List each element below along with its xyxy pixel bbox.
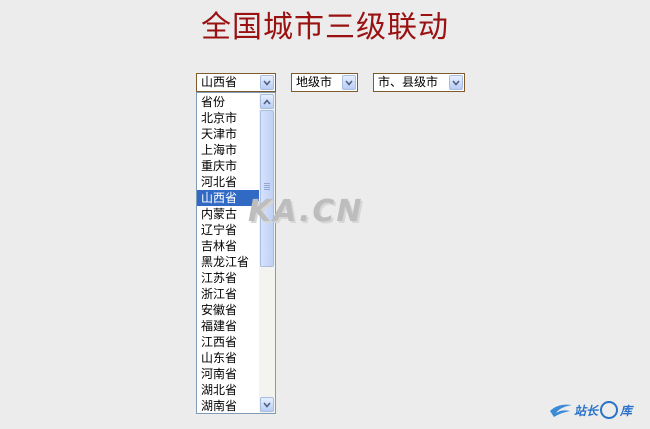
province-option[interactable]: 湖北省	[197, 382, 259, 398]
province-option[interactable]: 河南省	[197, 366, 259, 382]
province-option[interactable]: 吉林省	[197, 238, 259, 254]
chevron-down-icon[interactable]	[342, 75, 356, 90]
city-select-value: 地级市	[296, 75, 333, 89]
province-select[interactable]: 山西省	[196, 73, 276, 92]
scroll-down-icon[interactable]	[260, 397, 274, 412]
province-option[interactable]: 安徽省	[197, 302, 259, 318]
county-select[interactable]: 市、县级市	[373, 73, 465, 92]
province-option[interactable]: 河北省	[197, 174, 259, 190]
circle-icon	[600, 401, 619, 419]
province-option[interactable]: 北京市	[197, 110, 259, 126]
site-logo: 站长 库	[548, 398, 632, 422]
scroll-up-icon[interactable]	[260, 94, 274, 109]
logo-text-b: 库	[620, 403, 633, 418]
province-option[interactable]: 湖南省	[197, 398, 259, 413]
grip-icon	[264, 183, 270, 191]
province-option[interactable]: 上海市	[197, 142, 259, 158]
chevron-down-icon[interactable]	[449, 75, 463, 90]
city-select[interactable]: 地级市	[291, 73, 358, 92]
watermark-text: KA.CN	[248, 194, 364, 229]
province-option[interactable]: 山东省	[197, 350, 259, 366]
province-option[interactable]: 浙江省	[197, 286, 259, 302]
swoosh-icon	[550, 404, 572, 417]
province-option[interactable]: 福建省	[197, 318, 259, 334]
province-option[interactable]: 江苏省	[197, 270, 259, 286]
province-dropdown-list[interactable]: 省份 北京市 天津市 上海市 重庆市 河北省 山西省 内蒙古 辽宁省 吉林省 黑…	[196, 92, 276, 414]
province-option[interactable]: 天津市	[197, 126, 259, 142]
page-title: 全国城市三级联动	[201, 10, 449, 45]
province-option[interactable]: 江西省	[197, 334, 259, 350]
province-option[interactable]: 省份	[197, 94, 259, 110]
province-option[interactable]: 黑龙江省	[197, 254, 259, 270]
province-select-value: 山西省	[201, 75, 238, 89]
county-select-value: 市、县级市	[378, 75, 439, 89]
scrollbar-thumb[interactable]	[260, 110, 274, 267]
chevron-down-icon[interactable]	[260, 75, 274, 90]
vertical-scrollbar[interactable]	[259, 93, 275, 413]
logo-text-a: 站长	[574, 403, 599, 418]
province-option[interactable]: 重庆市	[197, 158, 259, 174]
province-options: 省份 北京市 天津市 上海市 重庆市 河北省 山西省 内蒙古 辽宁省 吉林省 黑…	[197, 94, 259, 413]
